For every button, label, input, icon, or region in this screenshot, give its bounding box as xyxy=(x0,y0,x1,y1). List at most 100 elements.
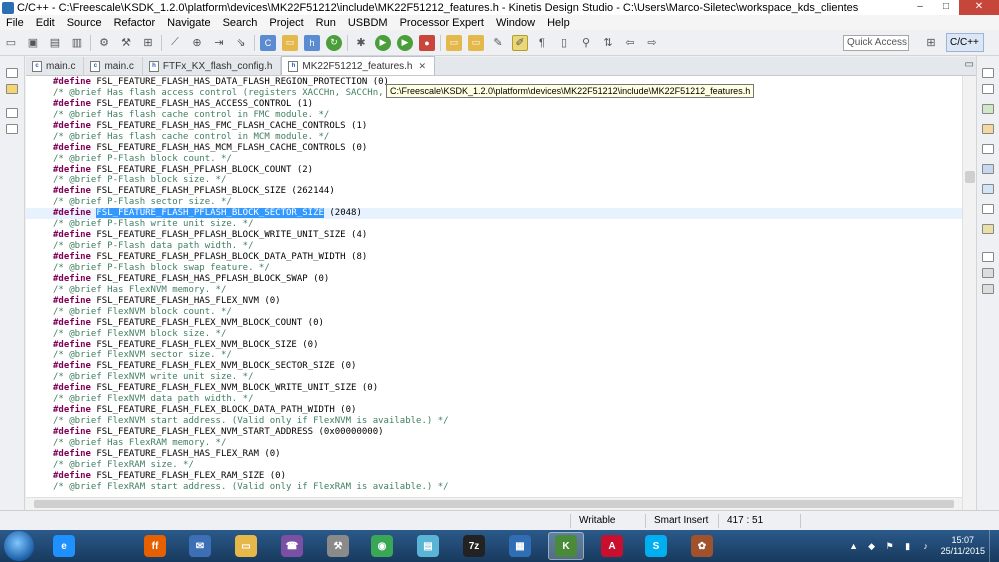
show-desktop-button[interactable] xyxy=(989,530,999,562)
restore-right-icon[interactable] xyxy=(982,68,994,78)
code-text[interactable]: #define FSL_FEATURE_FLASH_HAS_DATA_FLASH… xyxy=(26,77,963,493)
menu-source[interactable]: Source xyxy=(61,17,108,29)
code-line[interactable]: /* @brief FlexRAM start address. (Valid … xyxy=(53,482,963,493)
code-line[interactable]: #define FSL_FEATURE_FLASH_PFLASH_BLOCK_D… xyxy=(53,252,963,263)
code-line[interactable]: #define FSL_FEATURE_FLASH_HAS_MCM_FLASH_… xyxy=(53,143,963,154)
code-line[interactable]: /* @brief P-Flash block swap feature. */ xyxy=(53,263,963,274)
run-icon[interactable]: ▶ xyxy=(375,34,391,51)
tray-volume-icon[interactable]: ♪ xyxy=(920,540,932,552)
taskbar-app-0[interactable]: e xyxy=(46,532,82,560)
code-line[interactable]: #define FSL_FEATURE_FLASH_PFLASH_BLOCK_S… xyxy=(53,186,963,197)
taskbar-app-10[interactable]: K xyxy=(548,532,584,560)
open-project-icon[interactable]: ▭ xyxy=(446,34,462,51)
taskbar-app-3[interactable]: ▭ xyxy=(228,532,264,560)
code-line[interactable]: #define FSL_FEATURE_FLASH_FLEX_NVM_START… xyxy=(53,427,963,438)
code-line[interactable]: /* @brief FlexNVM block size. */ xyxy=(53,329,963,340)
target-icon[interactable]: ⊕ xyxy=(189,35,205,51)
menu-edit[interactable]: Edit xyxy=(30,17,61,29)
project-explorer-icon[interactable] xyxy=(6,84,18,94)
menu-processor-expert[interactable]: Processor Expert xyxy=(394,17,490,29)
tab-1[interactable]: c main.c xyxy=(84,57,143,75)
tab-close-icon[interactable]: ✕ xyxy=(418,61,426,72)
print-icon[interactable]: ▥ xyxy=(69,35,85,51)
restore2-icon[interactable] xyxy=(6,108,18,118)
taskbar-app-12[interactable]: S xyxy=(638,532,674,560)
code-line[interactable]: /* @brief FlexNVM write unit size. */ xyxy=(53,372,963,383)
taskbar-app-4[interactable]: ☎ xyxy=(274,532,310,560)
vertical-scroll-thumb[interactable] xyxy=(965,171,975,183)
open-folder-icon[interactable]: ▭ xyxy=(282,34,298,51)
tray-shield-icon[interactable]: ◆ xyxy=(866,540,878,552)
clock[interactable]: 15:07 25/11/2015 xyxy=(941,535,985,557)
tray-flag-icon[interactable]: ⚑ xyxy=(884,540,896,552)
annotation-icon[interactable]: ⇅ xyxy=(600,35,616,51)
code-line[interactable]: #define FSL_FEATURE_FLASH_HAS_FLEX_RAM (… xyxy=(53,449,963,460)
tasks-icon[interactable] xyxy=(982,124,994,134)
code-line[interactable]: /* @brief P-Flash write unit size. */ xyxy=(53,219,963,230)
code-line[interactable]: #define FSL_FEATURE_FLASH_FLEX_NVM_BLOCK… xyxy=(53,340,963,351)
new-file-icon[interactable]: h xyxy=(304,34,320,51)
search-view-icon[interactable] xyxy=(982,204,994,214)
debug-bug-icon[interactable]: ✱ xyxy=(353,35,369,51)
settings-icon[interactable]: ⚙ xyxy=(96,35,112,51)
code-line[interactable]: /* @brief Has flash cache control in FMC… xyxy=(53,110,963,121)
vertical-scrollbar[interactable] xyxy=(962,76,976,510)
new-class-icon[interactable]: C xyxy=(260,34,276,51)
pencil-icon[interactable]: ✎ xyxy=(490,35,506,51)
tab-2[interactable]: h FTFx_KX_flash_config.h xyxy=(143,57,282,75)
menu-file[interactable]: File xyxy=(0,17,30,29)
maximize-button[interactable]: □ xyxy=(933,0,959,15)
code-line[interactable]: /* @brief FlexNVM block count. */ xyxy=(53,307,963,318)
tray-network-icon[interactable]: ▮ xyxy=(902,540,914,552)
properties-icon[interactable] xyxy=(982,164,994,174)
code-line[interactable]: #define FSL_FEATURE_FLASH_PFLASH_BLOCK_C… xyxy=(53,165,963,176)
tab-menu-icon[interactable]: ▭ xyxy=(965,59,974,70)
refresh-icon[interactable]: ↻ xyxy=(326,34,342,51)
horizontal-scrollbar[interactable] xyxy=(26,497,962,510)
code-line[interactable]: /* @brief P-Flash sector size. */ xyxy=(53,197,963,208)
resume-icon[interactable]: ⇥ xyxy=(211,35,227,51)
menu-project[interactable]: Project xyxy=(263,17,309,29)
wrench-icon[interactable] xyxy=(982,268,994,278)
code-line[interactable]: #define FSL_FEATURE_FLASH_FLEX_NVM_BLOCK… xyxy=(53,318,963,329)
new-icon[interactable]: ▭ xyxy=(3,35,19,51)
code-line[interactable]: #define FSL_FEATURE_FLASH_HAS_FMC_FLASH_… xyxy=(53,121,963,132)
taskbar-app-9[interactable]: ▦ xyxy=(502,532,538,560)
code-line[interactable]: #define FSL_FEATURE_FLASH_PFLASH_BLOCK_W… xyxy=(53,230,963,241)
code-line[interactable]: /* @brief FlexNVM sector size. */ xyxy=(53,350,963,361)
open-folder2-icon[interactable]: ▭ xyxy=(468,34,484,51)
code-line[interactable]: /* @brief P-Flash block count. */ xyxy=(53,154,963,165)
menu-window[interactable]: Window xyxy=(490,17,541,29)
taskbar-app-2[interactable]: ✉ xyxy=(182,532,218,560)
clean-icon[interactable]: ⊞ xyxy=(140,35,156,51)
restore-icon[interactable] xyxy=(6,68,18,78)
taskbar-app-1[interactable]: ff xyxy=(137,532,173,560)
restore-bottom-icon[interactable] xyxy=(982,252,994,262)
selected-text[interactable]: FSL_FEATURE_FLASH_PFLASH_BLOCK_SECTOR_SI… xyxy=(96,208,324,219)
pin-icon[interactable]: ⚲ xyxy=(578,35,594,51)
open-perspective-icon[interactable]: ⊞ xyxy=(923,35,939,51)
forward-icon[interactable]: ⇨ xyxy=(644,35,660,51)
run-config-icon[interactable]: ▶ xyxy=(397,34,413,51)
code-line[interactable]: /* @brief P-Flash data path width. */ xyxy=(53,241,963,252)
code-line[interactable]: #define FSL_FEATURE_FLASH_FLEX_NVM_BLOCK… xyxy=(53,361,963,372)
taskbar-app-13[interactable]: ✿ xyxy=(684,532,720,560)
code-line[interactable]: /* @brief FlexRAM size. */ xyxy=(53,460,963,471)
outline-icon[interactable] xyxy=(6,124,18,134)
code-line[interactable]: #define FSL_FEATURE_FLASH_FLEX_NVM_BLOCK… xyxy=(53,383,963,394)
show-whitespace-icon[interactable]: ¶ xyxy=(534,35,550,51)
quick-access-input[interactable]: Quick Access xyxy=(843,35,909,51)
code-line[interactable]: #define FSL_FEATURE_FLASH_HAS_ACCESS_CON… xyxy=(53,99,963,110)
taskbar-app-5[interactable]: ⚒ xyxy=(320,532,356,560)
menu-refactor[interactable]: Refactor xyxy=(108,17,162,29)
horizontal-scroll-thumb[interactable] xyxy=(34,500,954,508)
code-line[interactable]: /* @brief FlexNVM start address. (Valid … xyxy=(53,416,963,427)
back-icon[interactable]: ⇦ xyxy=(622,35,638,51)
taskbar-app-11[interactable]: A xyxy=(594,532,630,560)
code-line[interactable]: /* @brief P-Flash block size. */ xyxy=(53,175,963,186)
save-icon[interactable]: ▣ xyxy=(25,35,41,51)
terminal-icon[interactable] xyxy=(982,184,994,194)
problems-icon[interactable] xyxy=(982,104,994,114)
outline-view-icon[interactable] xyxy=(982,84,994,94)
tab-3[interactable]: h MK22F51212_features.h ✕ xyxy=(281,56,436,75)
